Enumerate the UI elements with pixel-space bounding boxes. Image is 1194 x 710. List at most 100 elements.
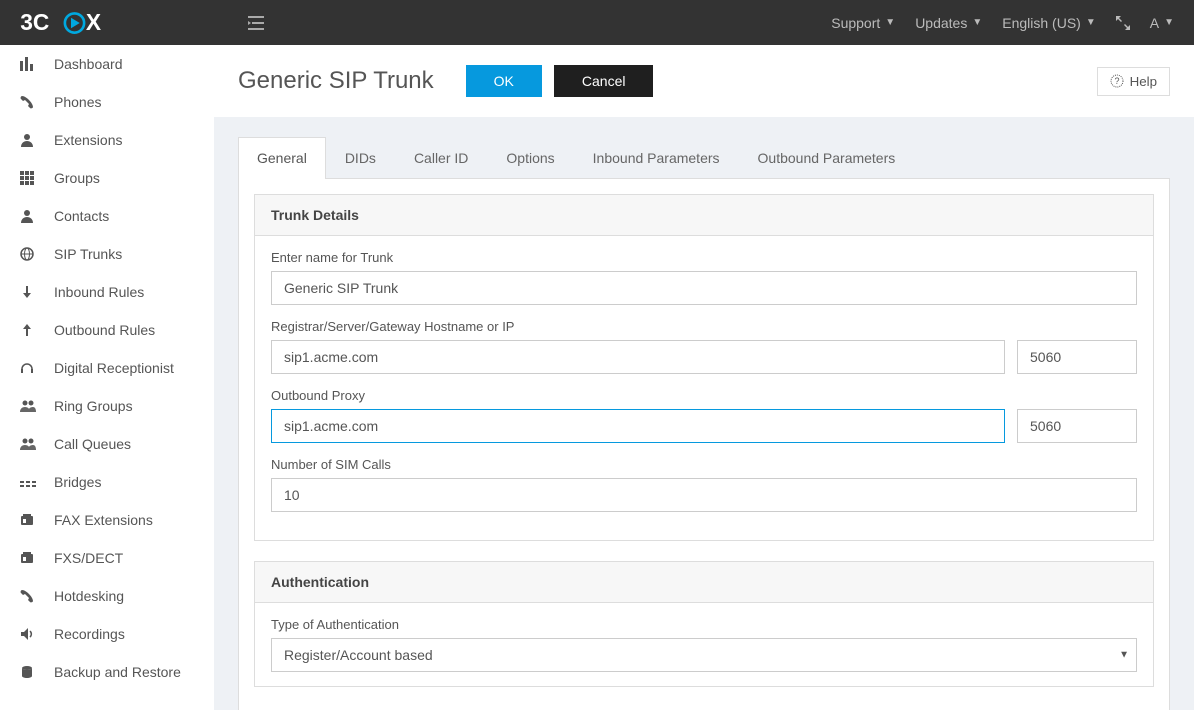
sidebar: Dashboard Phones Extensions Groups Contacts S… <box>0 45 214 710</box>
outbound-port-input[interactable] <box>1017 409 1137 443</box>
sidebar-item-backup-and-restore[interactable]: Backup and Restore <box>0 653 214 691</box>
content: Generic SIP Trunk OK Cancel ? Help Gener… <box>214 45 1194 710</box>
sidebar-item-label: Phones <box>54 94 101 110</box>
auth-type-select[interactable] <box>271 638 1137 672</box>
sidebar-item-label: Bridges <box>54 474 101 490</box>
logo-icon: 3C X <box>20 9 108 37</box>
phone-icon <box>20 589 38 603</box>
panel-header: Authentication <box>255 562 1153 603</box>
up-icon <box>20 323 38 337</box>
tabs: GeneralDIDsCaller IDOptionsInbound Param… <box>238 137 1170 179</box>
trunk-details-panel: Trunk Details Enter name for Trunk Regis… <box>254 194 1154 541</box>
sidebar-item-groups[interactable]: Groups <box>0 159 214 197</box>
caret-down-icon: ▼ <box>1086 17 1096 28</box>
sidebar-item-label: Recordings <box>54 626 125 642</box>
sidebar-item-contacts[interactable]: Contacts <box>0 197 214 235</box>
sidebar-item-label: FXS/DECT <box>54 550 123 566</box>
fax-icon <box>20 513 38 527</box>
user-icon <box>20 209 38 223</box>
support-menu[interactable]: Support▼ <box>831 15 895 31</box>
tab-general[interactable]: General <box>238 137 326 179</box>
outbound-proxy-label: Outbound Proxy <box>271 388 1137 403</box>
sidebar-item-fxs-dect[interactable]: FXS/DECT <box>0 539 214 577</box>
sidebar-item-label: Outbound Rules <box>54 322 155 338</box>
svg-text:X: X <box>86 9 101 35</box>
sidebar-item-label: Contacts <box>54 208 109 224</box>
sidebar-item-label: Ring Groups <box>54 398 133 414</box>
language-menu[interactable]: English (US) ▼ <box>1002 15 1096 31</box>
registrar-port-input[interactable] <box>1017 340 1137 374</box>
svg-text:3C: 3C <box>20 9 49 35</box>
updates-menu[interactable]: Updates ▼ <box>915 15 982 31</box>
users-icon <box>20 437 38 451</box>
tab-outbound-parameters[interactable]: Outbound Parameters <box>739 137 915 178</box>
ok-button[interactable]: OK <box>466 65 542 97</box>
sidebar-item-phones[interactable]: Phones <box>0 83 214 121</box>
sidebar-item-label: Extensions <box>54 132 122 148</box>
help-icon: ? <box>1110 74 1124 88</box>
db-icon <box>20 665 38 679</box>
sidebar-item-label: Digital Receptionist <box>54 360 174 376</box>
panel-header: Trunk Details <box>255 195 1153 236</box>
page-header: Generic SIP Trunk OK Cancel ? Help <box>214 45 1194 117</box>
sidebar-item-bridges[interactable]: Bridges <box>0 463 214 501</box>
sidebar-item-recordings[interactable]: Recordings <box>0 615 214 653</box>
sidebar-item-hotdesking[interactable]: Hotdesking <box>0 577 214 615</box>
fullscreen-icon[interactable] <box>1116 16 1130 30</box>
users-icon <box>20 399 38 413</box>
sim-calls-label: Number of SIM Calls <box>271 457 1137 472</box>
topbar-right: Support▼ Updates ▼ English (US) ▼ A ▼ <box>831 15 1174 31</box>
outbound-proxy-input[interactable] <box>271 409 1005 443</box>
sidebar-item-inbound-rules[interactable]: Inbound Rules <box>0 273 214 311</box>
sidebar-item-dashboard[interactable]: Dashboard <box>0 45 214 83</box>
phone-icon <box>20 95 38 109</box>
vol-icon <box>20 627 38 641</box>
sidebar-item-label: Inbound Rules <box>54 284 144 300</box>
svg-text:?: ? <box>1114 76 1119 86</box>
sidebar-item-outbound-rules[interactable]: Outbound Rules <box>0 311 214 349</box>
tab-caller-id[interactable]: Caller ID <box>395 137 487 178</box>
caret-down-icon: ▼ <box>972 17 982 28</box>
sidebar-item-label: Call Queues <box>54 436 131 452</box>
auth-type-label: Type of Authentication <box>271 617 1137 632</box>
bridge-icon <box>20 475 38 489</box>
help-button[interactable]: ? Help <box>1097 67 1170 96</box>
registrar-input[interactable] <box>271 340 1005 374</box>
down-icon <box>20 285 38 299</box>
sidebar-item-fax-extensions[interactable]: FAX Extensions <box>0 501 214 539</box>
registrar-label: Registrar/Server/Gateway Hostname or IP <box>271 319 1137 334</box>
topbar: 3C X Support▼ Updates ▼ English (US) ▼ A… <box>0 0 1194 45</box>
tab-options[interactable]: Options <box>487 137 573 178</box>
tab-content: Trunk Details Enter name for Trunk Regis… <box>238 179 1170 710</box>
sidebar-item-label: Hotdesking <box>54 588 124 604</box>
fax-icon <box>20 551 38 565</box>
tab-dids[interactable]: DIDs <box>326 137 395 178</box>
grid-icon <box>20 171 38 185</box>
caret-down-icon: ▼ <box>1164 17 1174 28</box>
cancel-button[interactable]: Cancel <box>554 65 654 97</box>
authentication-panel: Authentication Type of Authentication ▼ <box>254 561 1154 687</box>
user-icon <box>20 133 38 147</box>
trunk-name-label: Enter name for Trunk <box>271 250 1137 265</box>
sidebar-item-extensions[interactable]: Extensions <box>0 121 214 159</box>
globe-icon <box>20 247 38 261</box>
sim-calls-input[interactable] <box>271 478 1137 512</box>
headset-icon <box>20 361 38 375</box>
sidebar-item-ring-groups[interactable]: Ring Groups <box>0 387 214 425</box>
logo: 3C X <box>20 9 108 37</box>
sidebar-item-label: Backup and Restore <box>54 664 181 680</box>
tab-inbound-parameters[interactable]: Inbound Parameters <box>574 137 739 178</box>
sidebar-item-sip-trunks[interactable]: SIP Trunks <box>0 235 214 273</box>
page-title: Generic SIP Trunk <box>238 67 434 95</box>
trunk-name-input[interactable] <box>271 271 1137 305</box>
sidebar-item-label: FAX Extensions <box>54 512 153 528</box>
sidebar-item-label: Groups <box>54 170 100 186</box>
sidebar-item-label: SIP Trunks <box>54 246 122 262</box>
user-menu[interactable]: A ▼ <box>1150 15 1174 31</box>
sidebar-item-digital-receptionist[interactable]: Digital Receptionist <box>0 349 214 387</box>
sidebar-item-label: Dashboard <box>54 56 123 72</box>
bars-icon <box>20 57 38 71</box>
sidebar-toggle-icon[interactable] <box>248 16 264 30</box>
sidebar-item-call-queues[interactable]: Call Queues <box>0 425 214 463</box>
caret-down-icon: ▼ <box>885 17 895 28</box>
